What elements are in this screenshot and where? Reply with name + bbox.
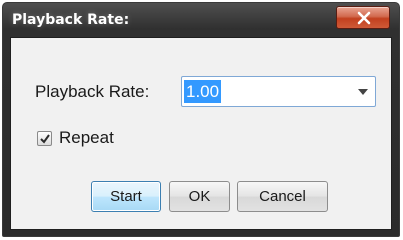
playback-rate-label: Playback Rate:: [35, 82, 150, 101]
title-bar[interactable]: Playback Rate:: [3, 3, 399, 37]
chevron-down-icon: [358, 89, 368, 95]
playback-rate-value[interactable]: 1.00: [184, 80, 222, 103]
playback-rate-dialog: Playback Rate: Playback Rate: 1.00 Repea…: [2, 2, 400, 237]
repeat-label[interactable]: Repeat: [59, 128, 114, 148]
close-icon: [357, 11, 371, 25]
dialog-body: Playback Rate: 1.00 Repeat Start OK Canc…: [10, 37, 392, 230]
playback-rate-dropdown-button[interactable]: [351, 77, 375, 106]
repeat-checkbox[interactable]: [37, 131, 52, 146]
close-button[interactable]: [336, 6, 390, 29]
cancel-button[interactable]: Cancel: [237, 181, 328, 212]
start-button[interactable]: Start: [91, 181, 161, 212]
ok-button[interactable]: OK: [169, 181, 230, 212]
dialog-title: Playback Rate:: [12, 12, 130, 28]
checkmark-icon: [40, 134, 50, 144]
playback-rate-select[interactable]: 1.00: [181, 76, 376, 107]
